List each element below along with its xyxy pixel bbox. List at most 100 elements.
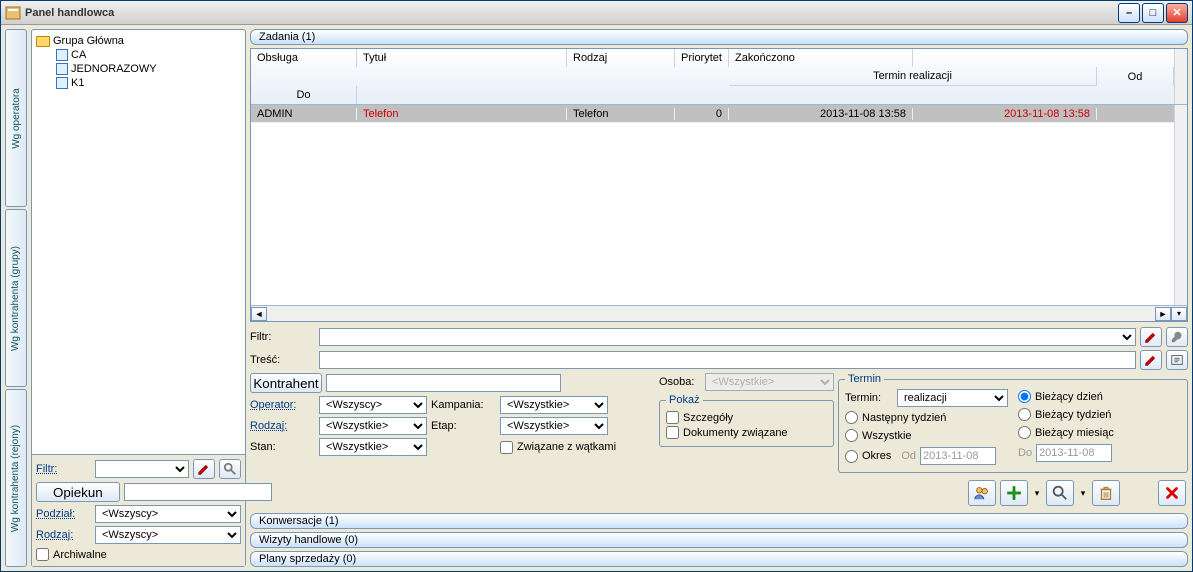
vtab-operator[interactable]: Wg operatora [5, 29, 27, 207]
zoom-dropdown[interactable]: ▾ [1078, 488, 1088, 499]
close-button[interactable]: ✕ [1166, 3, 1188, 23]
podzial-select[interactable]: <Wszyscy> [95, 505, 241, 523]
termin-fieldset: Termin Termin: realizacji Następny tydzi… [838, 373, 1188, 473]
opiekun-button[interactable]: Opiekun [36, 482, 120, 502]
operator-label[interactable]: Operator: [250, 399, 315, 411]
add-button[interactable] [1000, 480, 1028, 506]
col-priorytet[interactable]: Priorytet [675, 49, 729, 67]
node-icon [56, 49, 68, 61]
filtr-tool-button[interactable] [1166, 327, 1188, 347]
toolbar: ▾ ▾ [250, 478, 1188, 510]
col-zakonczono[interactable]: Zakończono [729, 49, 913, 67]
edit-filter-button[interactable] [193, 459, 215, 479]
left-panel: Grupa Główna CA JEDNORAZOWY K1 Filtr: Op… [31, 29, 246, 567]
termin-select[interactable]: realizacji [897, 389, 1008, 407]
right-panel: Zadania (1) Obsługa Tytuł Rodzaj Prioryt… [250, 29, 1188, 567]
tree-root-label: Grupa Główna [53, 35, 124, 47]
folder-icon [36, 36, 50, 47]
grid-hscroll[interactable]: ◄ ► ▾ [251, 305, 1187, 321]
radio-biezacy-dzien[interactable] [1018, 390, 1031, 403]
etap-label: Etap: [431, 420, 496, 432]
col-do[interactable]: Do [251, 86, 357, 104]
osoba-select: <Wszystkie> [705, 373, 834, 391]
filtr-label: Filtr: [250, 331, 315, 343]
search-filter-button[interactable] [219, 459, 241, 479]
titlebar: Panel handlowca – □ ✕ [1, 1, 1192, 25]
rodzaj-label: Rodzaj: [36, 529, 91, 541]
node-icon [56, 63, 68, 75]
stan-label: Stan: [250, 441, 315, 453]
tresc-advanced-button[interactable] [1166, 350, 1188, 370]
main-rodzaj-select[interactable]: <Wszystkie> [319, 417, 427, 435]
section-wizyty[interactable]: Wizyty handlowe (0) [250, 532, 1188, 548]
section-plany[interactable]: Plany sprzedaży (0) [250, 551, 1188, 567]
tree-item[interactable]: CA [36, 48, 241, 62]
pokaz-fieldset: Pokaż Szczegóły Dokumenty związane [659, 394, 834, 447]
left-filtr-combo[interactable] [95, 460, 189, 478]
col-od[interactable]: Od [1097, 67, 1174, 86]
col-obsluga[interactable]: Obsługa [251, 49, 357, 67]
okres-do-label: Do [1018, 447, 1032, 459]
operator-select[interactable]: <Wszyscy> [319, 396, 427, 414]
filtr-combo[interactable] [319, 328, 1136, 346]
col-tytul[interactable]: Tytuł [357, 49, 567, 67]
minimize-button[interactable]: – [1118, 3, 1140, 23]
scroll-menu[interactable]: ▾ [1171, 307, 1187, 321]
kampania-select[interactable]: <Wszystkie> [500, 396, 608, 414]
radio-nastepny-tydzien[interactable] [845, 411, 858, 424]
col-rodzaj[interactable]: Rodzaj [567, 49, 675, 67]
tree-root[interactable]: Grupa Główna [36, 34, 241, 48]
termin-label: Termin: [845, 392, 893, 404]
filters: Filtr: Treść: Kontrahent [250, 325, 1188, 475]
etap-select[interactable]: <Wszystkie> [500, 417, 608, 435]
szczegoly-checkbox[interactable] [666, 411, 679, 424]
okres-do-date [1036, 444, 1112, 462]
kampania-label: Kampania: [431, 399, 496, 411]
node-icon [56, 77, 68, 89]
radio-biezacy-tydzien[interactable] [1018, 408, 1031, 421]
users-button[interactable] [968, 480, 996, 506]
tree[interactable]: Grupa Główna CA JEDNORAZOWY K1 [32, 30, 245, 454]
stan-select[interactable]: <Wszystkie> [319, 438, 427, 456]
filtr-edit-button[interactable] [1140, 327, 1162, 347]
scroll-right[interactable]: ► [1155, 307, 1171, 321]
radio-wszystkie[interactable] [845, 429, 858, 442]
dokumenty-checkbox[interactable] [666, 426, 679, 439]
col-termin-group: Termin realizacji [729, 67, 1097, 86]
archiwalne-label: Archiwalne [53, 549, 107, 561]
archiwalne-checkbox[interactable] [36, 548, 49, 561]
radio-okres[interactable] [845, 450, 858, 463]
kontrahent-button[interactable]: Kontrahent [250, 373, 322, 393]
okres-od-label: Od [901, 450, 916, 462]
vtab-kontrahent-grupy[interactable]: Wg kontrahenta (grupy) [5, 209, 27, 387]
section-konwersacje[interactable]: Konwersacje (1) [250, 513, 1188, 529]
window: Panel handlowca – □ ✕ Wg operatora Wg ko… [0, 0, 1193, 572]
tresc-input[interactable] [319, 351, 1136, 369]
tresc-edit-button[interactable] [1140, 350, 1162, 370]
add-dropdown[interactable]: ▾ [1032, 488, 1042, 499]
window-title: Panel handlowca [25, 7, 1118, 19]
scroll-left[interactable]: ◄ [251, 307, 267, 321]
section-zadania[interactable]: Zadania (1) [250, 29, 1188, 45]
left-filter-area: Filtr: Opiekun Podział: <Wszyscy> Rodzaj… [32, 454, 245, 566]
vertical-tabs: Wg operatora Wg kontrahenta (grupy) Wg k… [5, 29, 27, 567]
table-row[interactable]: ADMIN Telefon Telefon 0 2013-11-08 13:58… [251, 105, 1174, 123]
main-rodzaj-label[interactable]: Rodzaj: [250, 420, 315, 432]
grid-vscroll[interactable] [1174, 105, 1187, 305]
rodzaj-select[interactable]: <Wszyscy> [95, 526, 241, 544]
pokaz-legend: Pokaż [666, 394, 703, 406]
maximize-button[interactable]: □ [1142, 3, 1164, 23]
grid-body[interactable]: ADMIN Telefon Telefon 0 2013-11-08 13:58… [251, 105, 1174, 305]
zoom-button[interactable] [1046, 480, 1074, 506]
cancel-button[interactable] [1158, 480, 1186, 506]
podzial-label: Podział: [36, 508, 91, 520]
tree-item[interactable]: JEDNORAZOWY [36, 62, 241, 76]
zwiazane-checkbox[interactable] [500, 441, 513, 454]
vtab-kontrahent-rejony[interactable]: Wg kontrahenta (rejony) [5, 389, 27, 567]
zwiazane-label: Związane z wątkami [517, 441, 616, 453]
radio-biezacy-miesiac[interactable] [1018, 426, 1031, 439]
delete-button[interactable] [1092, 480, 1120, 506]
tree-item[interactable]: K1 [36, 76, 241, 90]
osoba-label: Osoba: [659, 376, 701, 388]
grid-vscroll-head [1174, 49, 1187, 104]
